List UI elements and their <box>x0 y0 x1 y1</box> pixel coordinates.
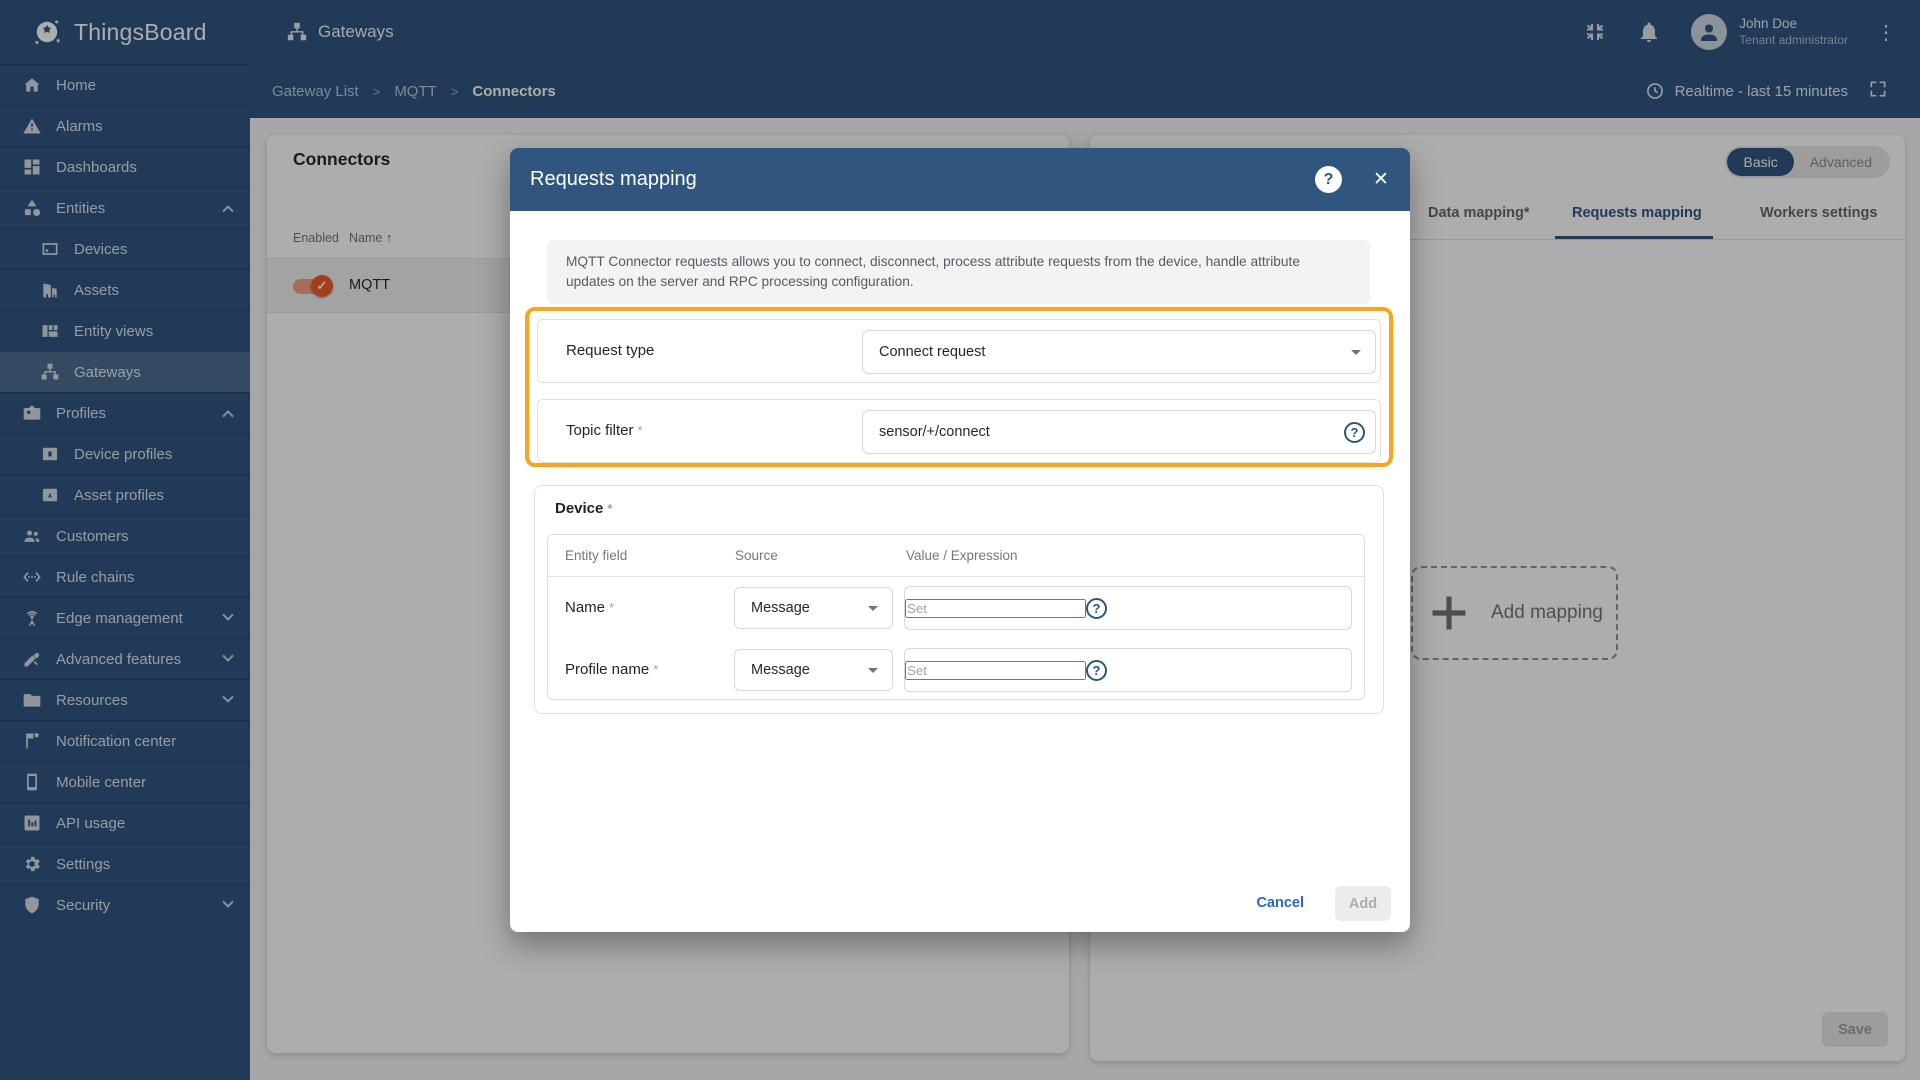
device-name-label: Name * <box>565 599 615 616</box>
app-root: ThingsBoard Home Alarms Dashboards Entit… <box>0 0 1920 1080</box>
profile-name-value-input[interactable] <box>905 660 1086 680</box>
topic-filter-label: Topic filter * <box>566 422 643 439</box>
profile-name-value-wrap: ? <box>904 648 1352 692</box>
column-header-entity-field: Entity field <box>565 548 628 563</box>
device-section: Device * Entity field Source Value / Expr… <box>534 485 1384 714</box>
profile-name-row: Profile name* Message ? <box>548 639 1364 701</box>
column-header-value-expression: Value / Expression <box>906 548 1018 563</box>
requests-mapping-dialog: Requests mapping ? ✕ MQTT Connector requ… <box>510 148 1410 932</box>
device-section-title: Device * <box>555 500 613 517</box>
dropdown-caret-icon <box>1351 349 1361 355</box>
close-icon[interactable]: ✕ <box>1367 165 1395 193</box>
dropdown-caret-icon <box>868 605 878 611</box>
dialog-header: Requests mapping <box>510 148 1410 211</box>
highlighted-fields-group: Request type Connect request Topic filte… <box>525 307 1393 467</box>
device-name-value-input[interactable] <box>905 598 1086 618</box>
topic-filter-input-wrap: ? <box>862 410 1376 454</box>
required-mark: * <box>609 600 615 615</box>
device-fields-table: Entity field Source Value / Expression N… <box>547 534 1365 700</box>
required-mark: * <box>637 423 643 438</box>
dropdown-caret-icon <box>868 667 878 673</box>
dialog-footer: Cancel Add <box>510 876 1410 932</box>
topic-filter-field: Topic filter* ? <box>537 399 1381 463</box>
device-name-row: Name* Message ? <box>548 577 1364 639</box>
device-name-source-value: Message <box>751 600 810 616</box>
required-mark: * <box>607 501 613 516</box>
profile-name-label: Profile name * <box>565 661 659 678</box>
device-name-help-icon[interactable]: ? <box>1086 597 1107 619</box>
cancel-button[interactable]: Cancel <box>1246 887 1314 919</box>
dialog-title: Requests mapping <box>530 168 697 190</box>
request-type-select[interactable]: Connect request <box>862 330 1376 374</box>
device-name-value-wrap: ? <box>904 586 1352 630</box>
request-type-label: Request type <box>566 342 655 359</box>
device-table-header: Entity field Source Value / Expression <box>548 535 1364 577</box>
dialog-help-icon[interactable]: ? <box>1315 166 1342 193</box>
request-type-field: Request type Connect request <box>537 319 1381 383</box>
required-mark: * <box>653 662 659 677</box>
add-button[interactable]: Add <box>1335 886 1391 921</box>
profile-name-help-icon[interactable]: ? <box>1086 659 1107 681</box>
column-header-source: Source <box>735 548 778 563</box>
device-name-source-select[interactable]: Message <box>734 587 893 629</box>
request-type-value: Connect request <box>879 344 986 360</box>
topic-filter-input[interactable] <box>879 424 1344 440</box>
topic-filter-help-icon[interactable]: ? <box>1344 421 1365 443</box>
profile-name-source-select[interactable]: Message <box>734 649 893 691</box>
profile-name-source-value: Message <box>751 662 810 678</box>
dialog-description: MQTT Connector requests allows you to co… <box>547 240 1370 304</box>
